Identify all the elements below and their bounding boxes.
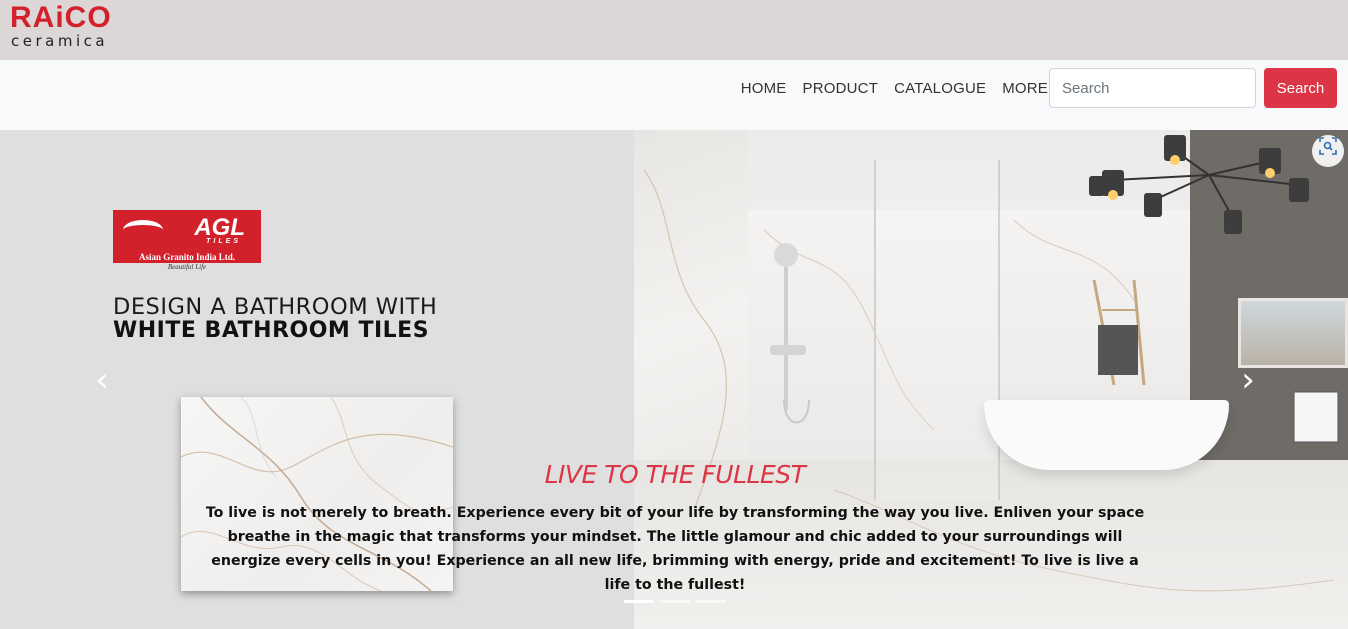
- agl-logo-name: AGL: [194, 214, 245, 241]
- search-button[interactable]: Search: [1264, 68, 1337, 108]
- nav-menu: HOME PRODUCT CATALOGUE MORE: [725, 60, 1048, 116]
- nav-link-catalogue[interactable]: CATALOGUE: [894, 80, 986, 97]
- nav-link-home[interactable]: HOME: [741, 80, 787, 97]
- caption-title: LIVE TO THE FULLEST: [544, 460, 806, 489]
- carousel-indicator-1[interactable]: [624, 600, 654, 603]
- promo-heading-line2: WHITE BATHROOM TILES: [113, 318, 430, 343]
- visual-search-icon: [1319, 137, 1337, 155]
- logo-tagline: ceramica: [11, 32, 109, 50]
- raico-logo[interactable]: RAiCO ceramica: [10, 2, 150, 54]
- carousel-indicators: [624, 600, 726, 603]
- carousel-caption: LIVE TO THE FULLEST To live is not merel…: [200, 460, 1150, 597]
- agl-tagline: Beautiful Life: [167, 263, 207, 271]
- chevron-left-icon: ‹: [95, 360, 109, 400]
- top-header: RAiCO ceramica: [0, 0, 1348, 60]
- visual-search-button[interactable]: [1312, 135, 1344, 167]
- glass-shower-partition: [874, 160, 1000, 500]
- agl-logo-sub: TILES: [206, 238, 241, 245]
- nav-link-product[interactable]: PRODUCT: [803, 80, 879, 97]
- agl-swoosh-icon: [123, 220, 163, 240]
- carousel-prev-button[interactable]: ‹: [72, 350, 132, 410]
- caption-text: To live is not merely to breath. Experie…: [205, 505, 1145, 593]
- agl-company-name: Asian Granito India Ltd.: [113, 252, 261, 263]
- search-input[interactable]: [1049, 68, 1256, 108]
- chevron-right-icon: ›: [1241, 360, 1255, 400]
- carousel-indicator-3[interactable]: [696, 600, 726, 603]
- agl-tiles-logo: AGL TILES Asian Granito India Ltd. Beaut…: [113, 210, 261, 271]
- nav-link-more[interactable]: MORE: [1002, 80, 1048, 97]
- logo-wordmark: RAiCO: [10, 1, 112, 34]
- hero-carousel: AGL TILES Asian Granito India Ltd. Beaut…: [0, 130, 1348, 629]
- carousel-indicator-2[interactable]: [660, 600, 690, 603]
- promo-heading-line1: DESIGN A BATHROOM WITH: [113, 294, 438, 320]
- navbar: HOME PRODUCT CATALOGUE MORE Search: [0, 60, 1348, 130]
- agl-logo-mark: AGL TILES: [113, 210, 261, 252]
- carousel-next-button[interactable]: ›: [1218, 350, 1278, 410]
